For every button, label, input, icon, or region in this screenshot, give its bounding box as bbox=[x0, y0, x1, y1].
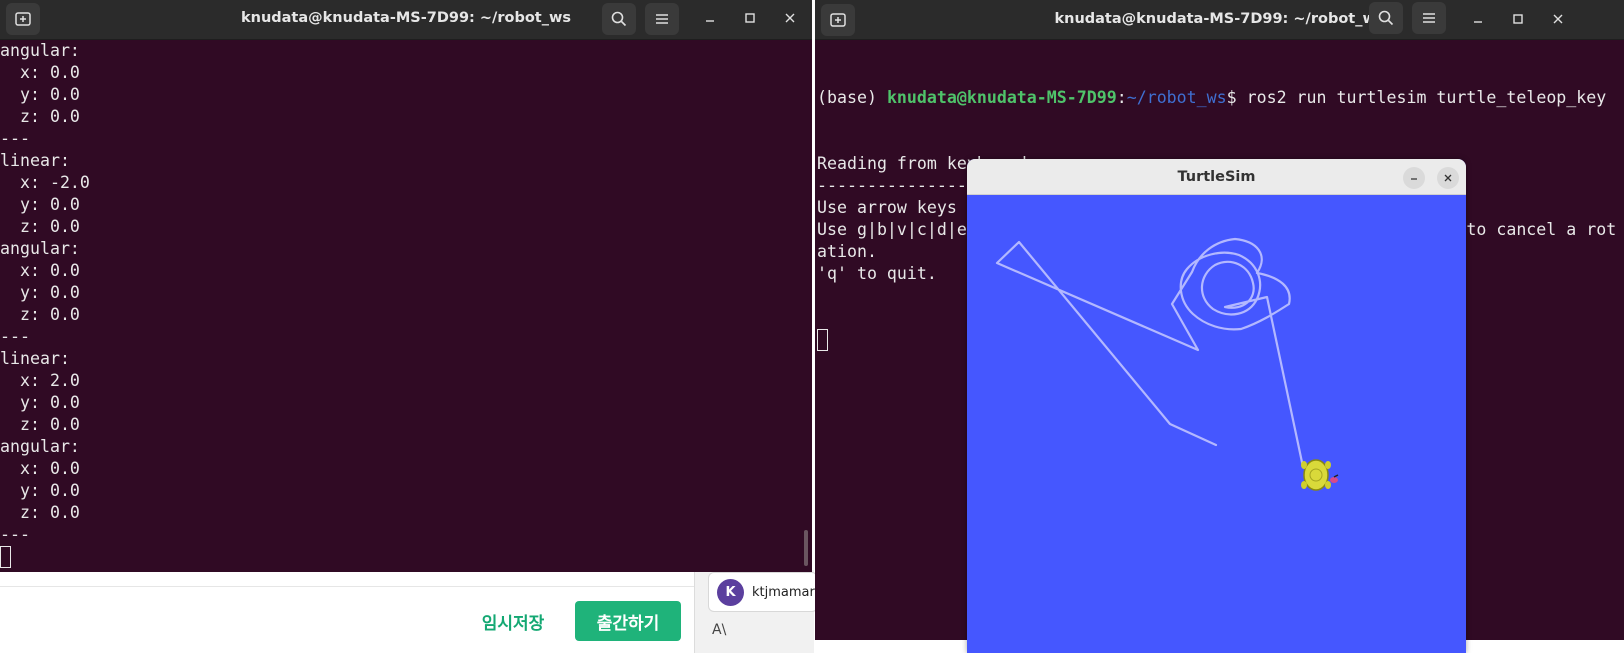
turtle-trail bbox=[995, 237, 1305, 469]
terminal-titlebar[interactable]: knudata@knudata-MS-7D99: ~/robot_ws bbox=[815, 0, 1624, 40]
maximize-icon bbox=[1513, 14, 1523, 24]
turtlesim-title: TurtleSim bbox=[1177, 169, 1256, 185]
terminal-line: linear: bbox=[0, 151, 70, 170]
terminal-line: --- bbox=[0, 129, 30, 148]
scrollbar[interactable] bbox=[804, 530, 808, 566]
menu-button[interactable] bbox=[645, 3, 679, 35]
terminal-line: z: 0.0 bbox=[0, 107, 80, 126]
close-icon bbox=[1553, 14, 1563, 24]
save-draft-button[interactable]: 임시저장 bbox=[466, 601, 560, 641]
close-button[interactable] bbox=[775, 4, 805, 32]
cursor-line bbox=[0, 546, 812, 568]
terminal-output[interactable]: angular: x: 0.0 y: 0.0 z: 0.0 --- linear: … bbox=[0, 40, 812, 572]
terminal-line: z: 0.0 bbox=[0, 305, 80, 324]
terminal-line: y: 0.0 bbox=[0, 283, 80, 302]
close-icon bbox=[1444, 174, 1452, 182]
minimize-icon bbox=[706, 20, 714, 22]
turtle-icon bbox=[1301, 459, 1339, 491]
publish-button[interactable]: 출간하기 bbox=[575, 601, 681, 641]
maximize-button[interactable] bbox=[735, 4, 765, 32]
terminal-line: linear: bbox=[0, 349, 70, 368]
menu-button[interactable] bbox=[1412, 2, 1446, 34]
terminal-line: angular: bbox=[0, 437, 80, 456]
minimize-button[interactable] bbox=[1463, 5, 1493, 33]
window-title: knudata@knudata-MS-7D99: ~/robot_ws bbox=[240, 10, 571, 26]
terminal-line: y: 0.0 bbox=[0, 481, 80, 500]
user-chip-name: ktjmamar bbox=[752, 584, 815, 600]
translate-icon[interactable]: A\ bbox=[712, 622, 726, 638]
user-chip[interactable]: K ktjmamar bbox=[708, 572, 818, 612]
terminal-line: x: 0.0 bbox=[0, 261, 80, 280]
close-icon bbox=[785, 13, 795, 23]
terminal-line: z: 0.0 bbox=[0, 415, 80, 434]
turtlesim-canvas bbox=[995, 237, 1339, 491]
terminal-window-left[interactable]: knudata@knudata-MS-7D99: ~/robot_ws angu… bbox=[0, 0, 812, 572]
search-button[interactable] bbox=[1369, 2, 1403, 34]
hamburger-icon bbox=[1423, 13, 1435, 23]
search-button[interactable] bbox=[602, 3, 636, 35]
terminal-line: angular: bbox=[0, 41, 80, 60]
terminal-cursor bbox=[0, 546, 11, 568]
prompt-path: ~/robot_ws bbox=[1126, 88, 1227, 107]
prompt-user: knudata@knudata-MS-7D99 bbox=[886, 88, 1117, 107]
terminal-line: y: 0.0 bbox=[0, 195, 80, 214]
hamburger-icon bbox=[656, 14, 668, 24]
prompt-env: (base) bbox=[817, 88, 887, 107]
maximize-button[interactable] bbox=[1503, 5, 1533, 33]
minimize-icon bbox=[1411, 178, 1417, 180]
terminal-line: angular: bbox=[0, 239, 80, 258]
prompt-line: (base) knudata@knudata-MS-7D99:~/robot_w… bbox=[817, 87, 1624, 109]
terminal-line: y: 0.0 bbox=[0, 393, 80, 412]
terminal-line: y: 0.0 bbox=[0, 85, 80, 104]
terminal-line: x: 0.0 bbox=[0, 459, 80, 478]
prompt-end: $ bbox=[1226, 88, 1247, 107]
terminal-line: z: 0.0 bbox=[0, 217, 80, 236]
turtlesim-titlebar[interactable]: TurtleSim bbox=[967, 159, 1466, 195]
close-button[interactable] bbox=[1437, 167, 1459, 189]
terminal-line: x: 0.0 bbox=[0, 63, 80, 82]
terminal-line: x: 2.0 bbox=[0, 371, 80, 390]
terminal-cursor bbox=[817, 329, 828, 351]
close-button[interactable] bbox=[1543, 5, 1573, 33]
terminal-line: x: -2.0 bbox=[0, 173, 90, 192]
terminal-line: z: 0.0 bbox=[0, 503, 80, 522]
command-text: ros2 run turtlesim turtle_teleop_key bbox=[1246, 88, 1607, 107]
terminal-titlebar[interactable]: knudata@knudata-MS-7D99: ~/robot_ws bbox=[0, 0, 812, 40]
minimize-button[interactable] bbox=[1403, 167, 1425, 189]
terminal-line: --- bbox=[0, 327, 30, 346]
search-icon bbox=[1378, 10, 1394, 26]
terminal-line: --- bbox=[0, 525, 30, 544]
avatar: K bbox=[717, 578, 744, 606]
prompt-separator: : bbox=[1116, 88, 1127, 107]
minimize-icon bbox=[1474, 21, 1482, 23]
maximize-icon bbox=[745, 13, 755, 23]
minimize-button[interactable] bbox=[695, 4, 725, 32]
search-icon bbox=[611, 11, 627, 27]
turtlesim-window[interactable]: TurtleSim bbox=[967, 159, 1466, 653]
